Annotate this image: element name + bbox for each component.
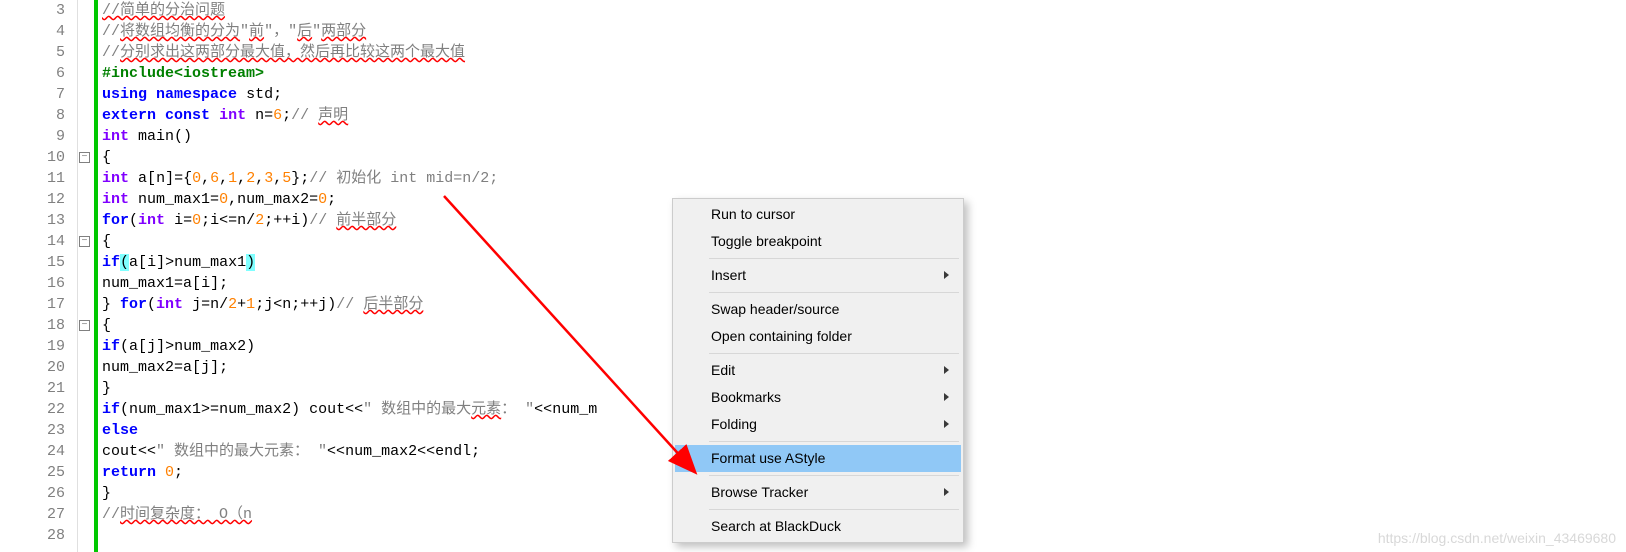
chevron-right-icon	[944, 488, 949, 496]
chevron-right-icon	[944, 366, 949, 374]
menu-item-label: Bookmarks	[711, 389, 781, 405]
code-line[interactable]: int a[n]={0,6,1,2,3,5};// 初始化 int mid=n/…	[102, 168, 1626, 189]
menu-separator	[709, 475, 959, 476]
line-number: 25	[0, 462, 65, 483]
line-number: 4	[0, 21, 65, 42]
line-number: 20	[0, 357, 65, 378]
fold-column[interactable]: − − −	[78, 0, 94, 552]
line-number: 26	[0, 483, 65, 504]
line-number: 21	[0, 378, 65, 399]
line-number: 17	[0, 294, 65, 315]
context-menu: Run to cursor Toggle breakpoint Insert Swap…	[672, 198, 964, 543]
menu-item-label: Folding	[711, 416, 757, 432]
menu-separator	[709, 258, 959, 259]
code-line[interactable]: using namespace std;	[102, 84, 1626, 105]
menu-separator	[709, 292, 959, 293]
menu-item-folding[interactable]: Folding	[675, 411, 961, 438]
menu-item-browse-tracker[interactable]: Browse Tracker	[675, 479, 961, 506]
chevron-right-icon	[944, 393, 949, 401]
menu-item-bookmarks[interactable]: Bookmarks	[675, 384, 961, 411]
fold-toggle[interactable]: −	[79, 236, 90, 247]
menu-item-label: Search at BlackDuck	[711, 518, 841, 534]
fold-toggle[interactable]: −	[79, 320, 90, 331]
code-line[interactable]: int main()	[102, 126, 1626, 147]
line-number: 14	[0, 231, 65, 252]
line-number: 11	[0, 168, 65, 189]
line-number: 23	[0, 420, 65, 441]
menu-item-open-containing-folder[interactable]: Open containing folder	[675, 323, 961, 350]
line-number: 15	[0, 252, 65, 273]
line-number: 24	[0, 441, 65, 462]
line-number: 6	[0, 63, 65, 84]
menu-separator	[709, 353, 959, 354]
code-line[interactable]: {	[102, 147, 1626, 168]
code-line[interactable]: //将数组均衡的分为"前"，"后"两部分	[102, 21, 1626, 42]
menu-item-label: Edit	[711, 362, 735, 378]
menu-separator	[709, 509, 959, 510]
menu-item-label: Toggle breakpoint	[711, 233, 822, 249]
code-line[interactable]: extern const int n=6;// 声明	[102, 105, 1626, 126]
code-line[interactable]: //简单的分治问题	[102, 0, 1626, 21]
menu-item-label: Format use AStyle	[711, 450, 825, 466]
menu-item-format-use-astyle[interactable]: Format use AStyle	[675, 445, 961, 472]
fold-toggle[interactable]: −	[79, 152, 90, 163]
chevron-right-icon	[944, 271, 949, 279]
code-line[interactable]: #include<iostream>	[102, 63, 1626, 84]
line-number-gutter: 3456789101112131415161718192021222324252…	[0, 0, 78, 552]
watermark-text: https://blog.csdn.net/weixin_43469680	[1378, 530, 1616, 546]
menu-item-toggle-breakpoint[interactable]: Toggle breakpoint	[675, 228, 961, 255]
line-number: 22	[0, 399, 65, 420]
line-number: 5	[0, 42, 65, 63]
menu-item-label: Open containing folder	[711, 328, 852, 344]
menu-item-label: Insert	[711, 267, 746, 283]
line-number: 9	[0, 126, 65, 147]
code-line[interactable]: //分别求出这两部分最大值，然后再比较这两个最大值	[102, 42, 1626, 63]
line-number: 7	[0, 84, 65, 105]
line-number: 27	[0, 504, 65, 525]
line-number: 16	[0, 273, 65, 294]
line-number: 19	[0, 336, 65, 357]
menu-item-label: Swap header/source	[711, 301, 839, 317]
menu-item-insert[interactable]: Insert	[675, 262, 961, 289]
line-number: 18	[0, 315, 65, 336]
line-number: 8	[0, 105, 65, 126]
menu-item-label: Browse Tracker	[711, 484, 808, 500]
line-number: 28	[0, 525, 65, 546]
menu-item-search-at-blackduck[interactable]: Search at BlackDuck	[675, 513, 961, 540]
chevron-right-icon	[944, 420, 949, 428]
menu-item-swap-header-source[interactable]: Swap header/source	[675, 296, 961, 323]
line-number: 12	[0, 189, 65, 210]
menu-item-edit[interactable]: Edit	[675, 357, 961, 384]
line-number: 10	[0, 147, 65, 168]
menu-item-label: Run to cursor	[711, 206, 795, 222]
line-number: 3	[0, 0, 65, 21]
menu-item-run-to-cursor[interactable]: Run to cursor	[675, 201, 961, 228]
line-number: 13	[0, 210, 65, 231]
menu-separator	[709, 441, 959, 442]
